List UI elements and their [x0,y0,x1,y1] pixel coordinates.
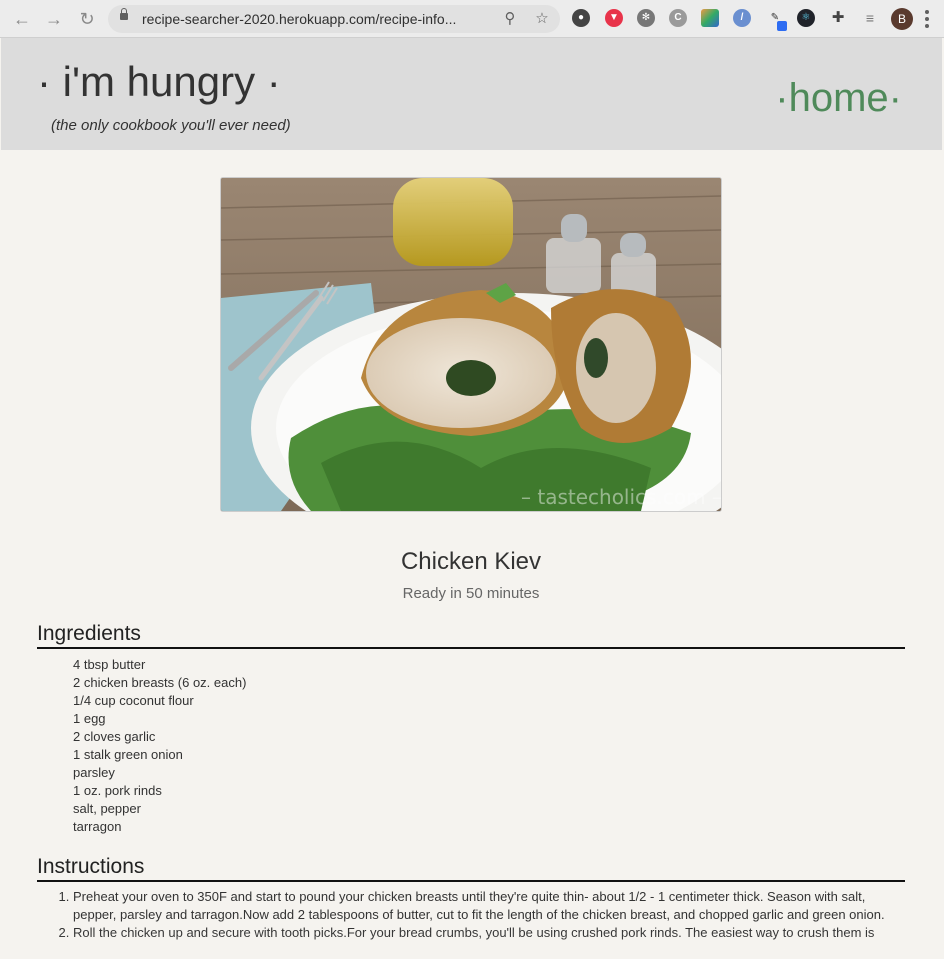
ready-time: Ready in 50 minutes [402,585,540,602]
profile-avatar[interactable]: B [891,8,913,30]
ingredients-heading: Ingredients [37,622,905,649]
ingredient-item: 2 cloves garlic [73,729,156,744]
extension-red-icon[interactable]: ▼ [605,9,623,27]
address-bar[interactable]: recipe-searcher-2020.herokuapp.com/recip… [108,5,560,33]
home-link[interactable]: ·home· [775,76,902,121]
forward-arrow-icon[interactable]: → [43,8,65,30]
back-arrow-icon[interactable]: ← [11,8,33,30]
ingredient-item: tarragon [73,819,122,834]
extension-dots-icon[interactable]: ● [572,9,590,27]
site-title: · i'm hungry · [37,58,281,105]
extension-gear-icon[interactable]: ✻ [637,9,655,27]
bookmark-star-icon[interactable]: ☆ [532,9,552,29]
extension-color-icon[interactable] [701,9,719,27]
browser-toolbar: ← → ↻ recipe-searcher-2020.herokuapp.com… [0,0,944,38]
url-text[interactable]: recipe-searcher-2020.herokuapp.com/recip… [142,11,456,27]
recipe-title: Chicken Kiev [400,548,542,575]
ingredient-item: 1 stalk green onion [73,747,183,762]
extension-blue-icon[interactable]: / [733,9,751,27]
instructions-list: Preheat your oven to 350F and start to p… [37,888,905,942]
site-tagline: (the only cookbook you'll ever need) [51,117,291,134]
instruction-step: Roll the chicken up and secure with toot… [73,924,905,942]
zoom-icon[interactable]: ⚲ [500,9,520,29]
lock-icon [120,8,128,20]
reload-icon[interactable]: ↻ [76,8,98,30]
ingredient-item: parsley [73,765,115,780]
react-devtools-icon[interactable]: ⚛ [797,9,815,27]
image-watermark: – tastecholics.com – [521,485,721,509]
ingredient-item: salt, pepper [73,801,141,816]
ingredients-list: 4 tbsp butter 2 chicken breasts (6 oz. e… [73,656,246,836]
instruction-step: Preheat your oven to 350F and start to p… [73,888,905,924]
ingredient-item: 1 egg [73,711,106,726]
extensions-puzzle-icon[interactable]: ✚ [829,9,847,27]
ingredient-item: 1 oz. pork rinds [73,783,162,798]
extension-c-icon[interactable]: C [669,9,687,27]
site-header: · i'm hungry · (the only cookbook you'll… [1,38,942,150]
browser-menu-icon[interactable] [925,10,929,28]
media-control-icon[interactable]: ≡ [861,9,879,27]
recipe-image: – tastecholics.com – [220,177,722,512]
ingredient-item: 4 tbsp butter [73,657,146,672]
ingredient-item: 1/4 cup coconut flour [73,693,194,708]
instructions-heading: Instructions [37,855,905,882]
ingredient-item: 2 chicken breasts (6 oz. each) [73,675,247,690]
eyedropper-color-swatch [777,21,787,31]
